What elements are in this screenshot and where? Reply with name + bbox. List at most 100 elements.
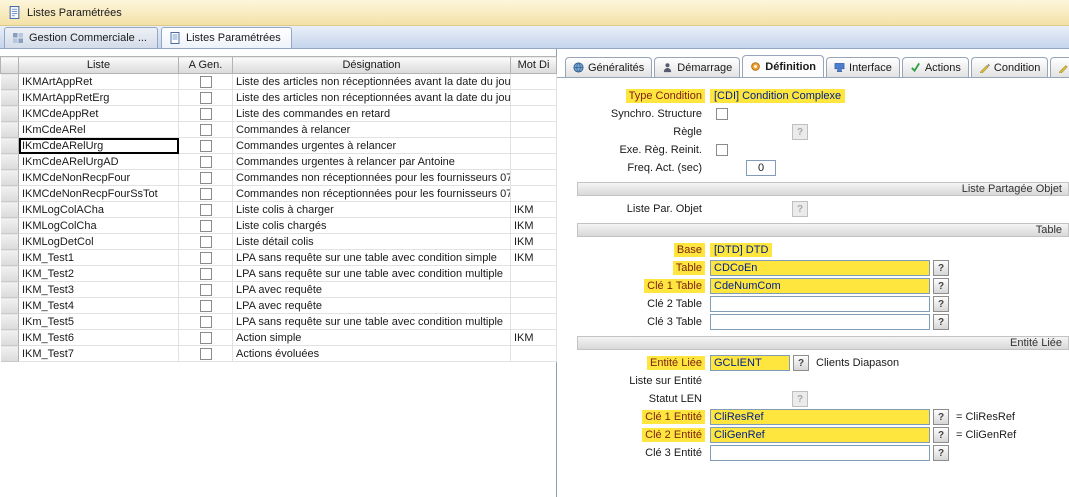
cell-mot-directeur[interactable]: IKM [511,330,557,346]
table-row[interactable]: IKM_Test7 Actions évoluées [1,346,557,362]
cell-liste[interactable]: IKM_Test7 [19,346,179,362]
a-gen-checkbox[interactable] [200,92,212,104]
tab-gestion-commerciale[interactable]: Gestion Commerciale ... [4,27,158,48]
table-row[interactable]: IKmCdeARelUrgAD Commandes urgentes à rela… [1,154,557,170]
cell-liste[interactable]: IKM_Test6 [19,330,179,346]
cell-mot-directeur[interactable]: IKM [511,202,557,218]
cell-liste[interactable]: IKM_Test4 [19,298,179,314]
cell-mot-directeur[interactable] [511,154,557,170]
cell-liste[interactable]: IKmCdeARelUrg [19,138,179,154]
row-selector[interactable] [1,234,19,250]
cle1-table-lookup-button[interactable]: ? [933,278,949,294]
table-row[interactable]: IKM_Test6 Action simpleIKM [1,330,557,346]
row-selector[interactable] [1,138,19,154]
table-row[interactable]: IKMLogColAChaListe colis à chargerIKM [1,202,557,218]
table-input[interactable] [710,260,930,276]
cle1-entite-input[interactable] [710,409,930,425]
row-selector[interactable] [1,122,19,138]
form-tab-interface[interactable]: Interface [826,57,900,77]
row-selector[interactable] [1,202,19,218]
table-row[interactable]: IKMCdeNonRecpFourSsTot Commandes non réce… [1,186,557,202]
a-gen-checkbox[interactable] [200,348,212,360]
cell-designation[interactable]: Liste des articles non réceptionnées ava… [233,74,511,90]
table-row[interactable]: IKmCdeARelUrg Commandes urgentes à relanc… [1,138,557,154]
cell-liste[interactable]: IKMCdeAppRet [19,106,179,122]
exe-reg-reinit-checkbox[interactable] [716,144,728,156]
row-selector[interactable] [1,314,19,330]
cle2-entite-input[interactable] [710,427,930,443]
row-selector[interactable] [1,266,19,282]
cell-mot-directeur[interactable] [511,186,557,202]
table-row[interactable]: IKMCdeNonRecpFourCommandes non réception… [1,170,557,186]
a-gen-checkbox[interactable] [200,124,212,136]
a-gen-checkbox[interactable] [200,252,212,264]
cell-designation[interactable]: Liste des articles non réceptionnées ava… [233,90,511,106]
table-row[interactable]: IKMArtAppRetListe des articles non récep… [1,74,557,90]
row-selector[interactable] [1,330,19,346]
cell-liste[interactable]: IKM_Test1 [19,250,179,266]
cell-liste[interactable]: IKMArtAppRetErg [19,90,179,106]
cell-mot-directeur[interactable] [511,170,557,186]
cle2-table-input[interactable] [710,296,930,312]
cell-mot-directeur[interactable] [511,346,557,362]
cell-mot-directeur[interactable] [511,266,557,282]
table-row[interactable]: IKM_Test3LPA avec requête [1,282,557,298]
cell-designation[interactable]: LPA avec requête [233,282,511,298]
a-gen-checkbox[interactable] [200,316,212,328]
row-selector[interactable] [1,90,19,106]
cell-designation[interactable]: Commandes non réceptionnées pour les fou… [233,186,511,202]
cell-designation[interactable]: Liste des commandes en retard [233,106,511,122]
table-row[interactable]: IKm_Test5LPA sans requête sur une table … [1,314,557,330]
table-row[interactable]: IKM_Test2 LPA sans requête sur une table … [1,266,557,282]
cell-designation[interactable]: LPA sans requête sur une table avec cond… [233,266,511,282]
cell-liste[interactable]: IKMCdeNonRecpFourSsTot [19,186,179,202]
cell-designation[interactable]: Liste colis chargés [233,218,511,234]
row-selector[interactable] [1,106,19,122]
cell-mot-directeur[interactable]: IKM [511,218,557,234]
cell-mot-directeur[interactable] [511,106,557,122]
cell-designation[interactable]: Commandes urgentes à relancer par Antoin… [233,154,511,170]
cell-designation[interactable]: Commandes à relancer [233,122,511,138]
row-selector[interactable] [1,170,19,186]
row-selector[interactable] [1,74,19,90]
liste-par-objet-lookup-button[interactable]: ? [792,201,808,217]
cell-designation[interactable]: Action simple [233,330,511,346]
column-header-mot-directeur[interactable]: Mot Di [511,57,557,74]
form-tab-demarrage[interactable]: Démarrage [654,57,740,77]
cell-liste[interactable]: IKMCdeNonRecpFour [19,170,179,186]
form-tab-actions[interactable]: Actions [902,57,969,77]
a-gen-checkbox[interactable] [200,108,212,120]
freq-act-input[interactable] [746,160,776,176]
cell-liste[interactable]: IKM_Test2 [19,266,179,282]
row-selector[interactable] [1,250,19,266]
synchro-structure-checkbox[interactable] [716,108,728,120]
row-selector[interactable] [1,218,19,234]
cell-mot-directeur[interactable] [511,90,557,106]
cell-mot-directeur[interactable]: IKM [511,250,557,266]
cell-designation[interactable]: LPA sans requête sur une table avec cond… [233,250,511,266]
cell-mot-directeur[interactable] [511,74,557,90]
cle2-table-lookup-button[interactable]: ? [933,296,949,312]
cell-liste[interactable]: IKmCdeARelUrgAD [19,154,179,170]
cell-mot-directeur[interactable] [511,282,557,298]
table-row[interactable]: IKMCdeAppRet Liste des commandes en retar… [1,106,557,122]
cell-designation[interactable]: LPA avec requête [233,298,511,314]
a-gen-checkbox[interactable] [200,284,212,296]
cle1-table-input[interactable] [710,278,930,294]
column-header-a-gen[interactable]: A Gen. [179,57,233,74]
row-selector[interactable] [1,186,19,202]
table-lookup-button[interactable]: ? [933,260,949,276]
cell-liste[interactable]: IKmCdeARel [19,122,179,138]
tab-listes-parametrees[interactable]: Listes Paramétrées [161,27,292,48]
cell-mot-directeur[interactable]: IKM [511,234,557,250]
table-row[interactable]: IKM_Test4 LPA avec requête [1,298,557,314]
cell-designation[interactable]: Commandes urgentes à relancer [233,138,511,154]
table-row[interactable]: IKMArtAppRetErg Liste des articles non ré… [1,90,557,106]
table-row[interactable]: IKMLogDetColListe détail colisIKM [1,234,557,250]
a-gen-checkbox[interactable] [200,172,212,184]
cell-designation[interactable]: LPA sans requête sur une table avec cond… [233,314,511,330]
cle2-entite-lookup-button[interactable]: ? [933,427,949,443]
cell-designation[interactable]: Actions évoluées [233,346,511,362]
a-gen-checkbox[interactable] [200,220,212,232]
cell-mot-directeur[interactable] [511,138,557,154]
